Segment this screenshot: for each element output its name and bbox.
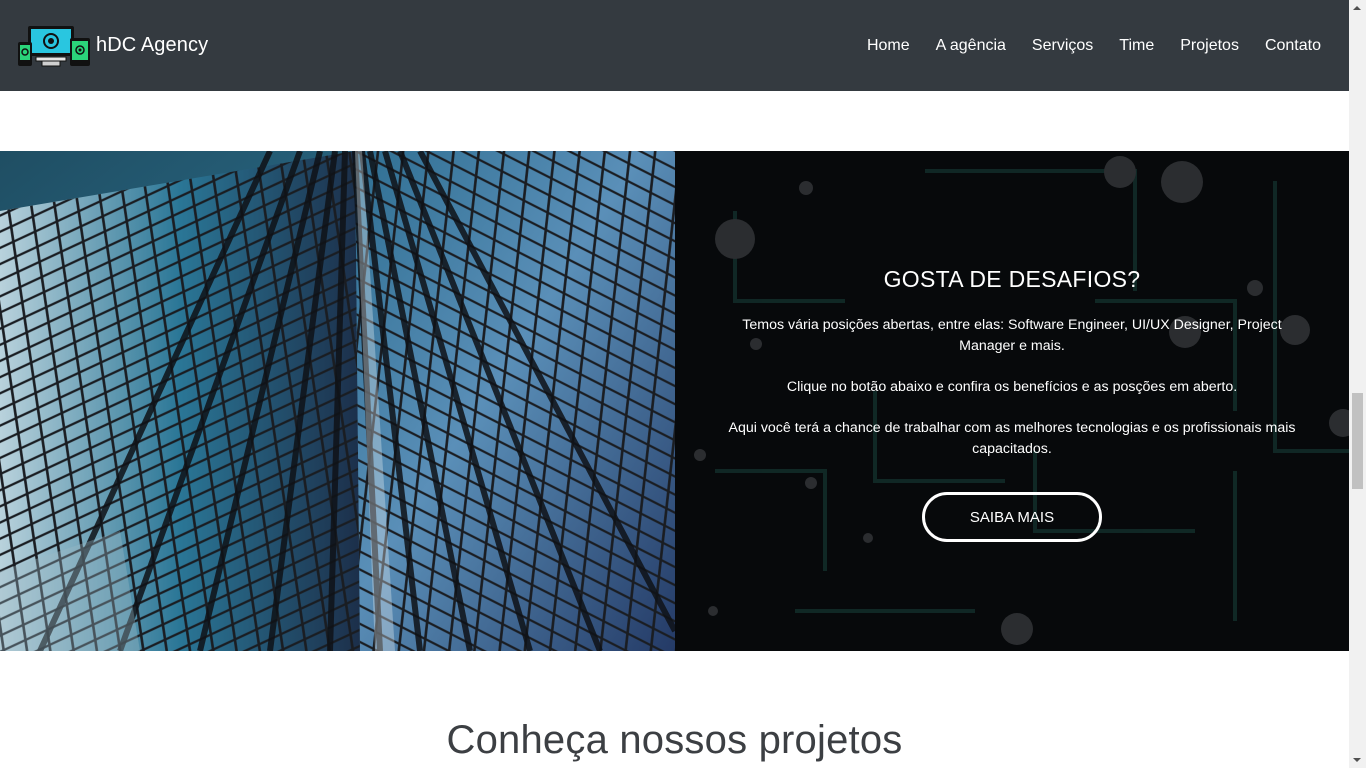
nav-item-time[interactable]: Time bbox=[1106, 37, 1167, 55]
page-scrollbar[interactable] bbox=[1349, 0, 1366, 768]
brand-name: hDC Agency bbox=[96, 34, 209, 56]
careers-panel: GOSTA DE DESAFIOS? Temos vária posições … bbox=[675, 151, 1349, 651]
brand[interactable]: hDC Agency bbox=[16, 23, 209, 68]
projects-heading: Conheça nossos projetos bbox=[446, 718, 903, 762]
nav-item-contato[interactable]: Contato bbox=[1252, 37, 1321, 55]
navbar: hDC Agency Home A agência Serviços Time … bbox=[0, 0, 1349, 91]
nav-item-projetos[interactable]: Projetos bbox=[1167, 37, 1252, 55]
devices-logo-icon bbox=[16, 23, 92, 68]
saiba-mais-button[interactable]: SAIBA MAIS bbox=[922, 492, 1102, 542]
nav-links: Home A agência Serviços Time Projetos Co… bbox=[854, 37, 1321, 55]
careers-title: GOSTA DE DESAFIOS? bbox=[883, 266, 1141, 292]
scroll-up-arrow-icon[interactable] bbox=[1353, 6, 1361, 10]
careers-paragraph-benefits: Clique no botão abaixo e confira os bene… bbox=[786, 379, 1238, 395]
nav-item-home[interactable]: Home bbox=[854, 37, 923, 55]
careers-paragraph-technologies: Aqui você terá a chance de trabalhar com… bbox=[728, 420, 1296, 457]
nav-item-agencia[interactable]: A agência bbox=[923, 37, 1019, 55]
skyscraper-photo bbox=[0, 151, 675, 651]
careers-content: GOSTA DE DESAFIOS? Temos vária posições … bbox=[675, 151, 1349, 651]
scroll-down-arrow-icon[interactable] bbox=[1353, 758, 1361, 762]
careers-paragraph-positions: Temos vária posições abertas, entre elas… bbox=[742, 317, 1282, 354]
nav-item-servicos[interactable]: Serviços bbox=[1019, 37, 1106, 55]
careers-feature-section: GOSTA DE DESAFIOS? Temos vária posições … bbox=[0, 151, 1349, 651]
scroll-thumb[interactable] bbox=[1352, 393, 1363, 489]
